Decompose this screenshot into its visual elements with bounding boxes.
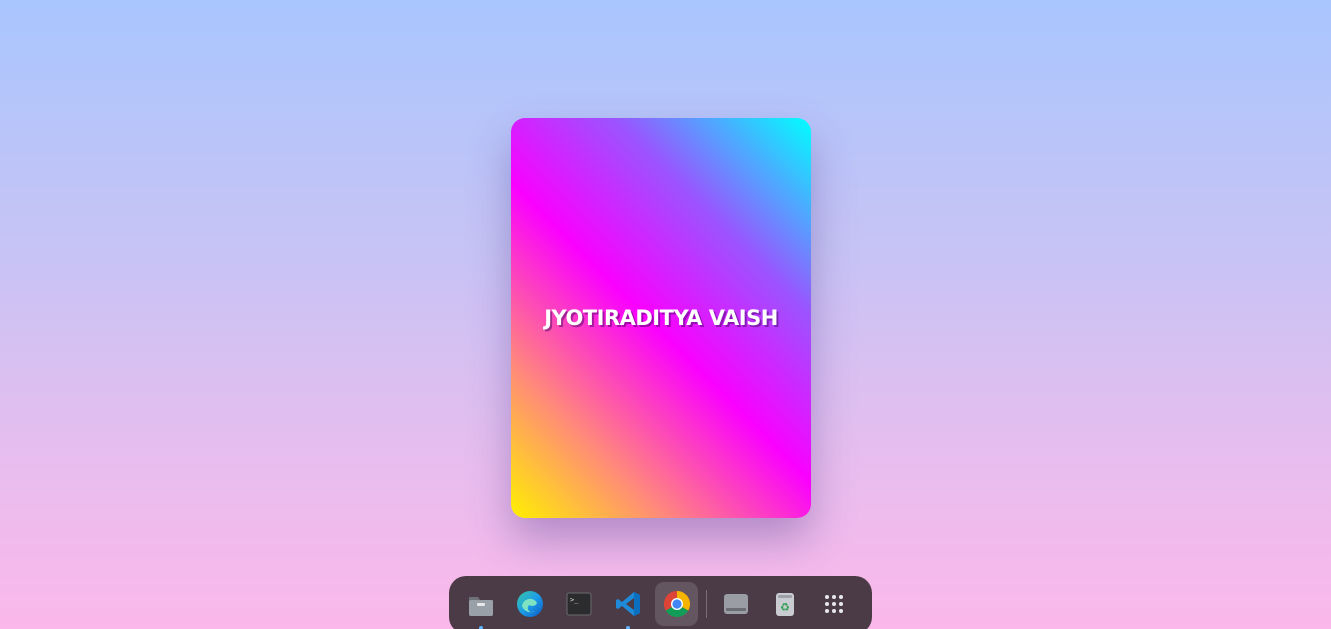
taskbar-dock: >_ ♻ (449, 576, 872, 629)
name-card: JYOTIRADITYA VAISH (511, 118, 811, 518)
svg-text:>_: >_ (570, 596, 579, 604)
chrome-browser-icon (663, 591, 690, 618)
app-grid-icon (825, 595, 844, 613)
svg-text:♻: ♻ (781, 601, 791, 614)
vscode-icon (615, 592, 640, 616)
dock-item-vscode[interactable] (606, 582, 649, 629)
dock-separator (706, 590, 707, 618)
dock-item-file-manager[interactable] (459, 582, 502, 629)
terminal-icon: >_ (566, 592, 591, 616)
recycle-bin-icon: ♻ (776, 593, 795, 616)
dock-item-terminal[interactable]: >_ (557, 582, 600, 626)
dock-item-edge[interactable] (508, 582, 551, 626)
dock-item-recycle-bin[interactable]: ♻ (764, 582, 807, 626)
dock-item-chrome[interactable] (655, 582, 698, 626)
file-manager-icon (468, 597, 493, 616)
edge-browser-icon (516, 591, 543, 617)
dock-item-app-grid[interactable] (813, 582, 856, 626)
drive-icon (724, 594, 749, 614)
dock-item-drive[interactable] (715, 582, 758, 626)
card-title: JYOTIRADITYA VAISH (544, 306, 778, 330)
